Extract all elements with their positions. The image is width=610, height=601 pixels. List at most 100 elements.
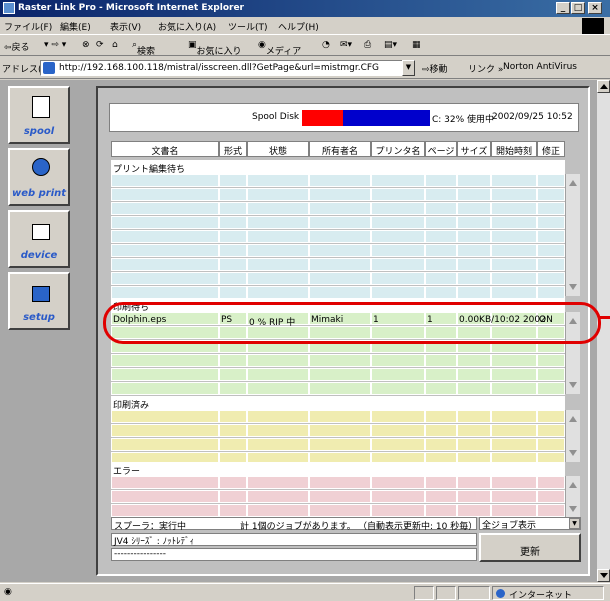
window-title: Raster Link Pro - Microsoft Internet Exp… xyxy=(18,3,244,13)
grid-cell xyxy=(111,244,219,257)
scroll-down-icon[interactable] xyxy=(569,284,577,290)
grid-cell xyxy=(111,410,219,423)
go-button[interactable]: ⇨移動 xyxy=(422,62,448,75)
grid-cell xyxy=(491,272,537,285)
column-header-owner[interactable]: 所有者名 xyxy=(309,141,371,157)
grid-cell xyxy=(219,188,247,201)
mail-icon[interactable]: ✉▾ xyxy=(340,40,352,50)
scroll-up-icon[interactable] xyxy=(569,416,577,422)
grid-cell xyxy=(309,424,371,437)
search-button[interactable]: ⌕ 検索 xyxy=(132,40,155,57)
grid-cell xyxy=(371,202,425,215)
job-filter-value: 全ジョブ表示 xyxy=(482,521,537,531)
job-filter-select[interactable]: 全ジョブ表示 ▼ xyxy=(479,517,581,531)
menu-file[interactable]: ファイル(F) xyxy=(4,20,52,33)
column-header-size[interactable]: サイズ xyxy=(457,141,491,157)
close-button[interactable]: × xyxy=(588,2,602,14)
scroll-down-icon[interactable] xyxy=(569,506,577,512)
menu-view[interactable]: 表示(V) xyxy=(110,20,141,33)
spooler-status: スプーラ：実行中 xyxy=(114,522,187,532)
grid-cell xyxy=(537,272,565,285)
section-error-scrollbar[interactable] xyxy=(565,476,580,518)
grid-cell xyxy=(247,438,309,451)
grid-cell xyxy=(309,230,371,243)
grid-cell xyxy=(219,382,247,395)
sidebar-button-web-print[interactable]: web print xyxy=(8,148,70,206)
norton-antivirus-button[interactable]: Norton AntiVirus xyxy=(503,62,577,72)
grid-cell xyxy=(491,244,537,257)
column-header-printer[interactable]: プリンタ名 xyxy=(371,141,425,157)
address-input[interactable]: http://192.168.100.118/mistral/isscreen.… xyxy=(40,60,415,76)
media-button[interactable]: ◉ メディア xyxy=(258,40,301,57)
sidebar-button-setup[interactable]: setup xyxy=(8,272,70,330)
column-header-start-time[interactable]: 開始時刻 xyxy=(491,141,537,157)
grid-cell xyxy=(219,216,247,229)
refresh-icon[interactable]: ⟳ xyxy=(96,40,104,50)
edit-icon[interactable]: ▤▾ xyxy=(384,40,397,50)
page-scroll-down-icon[interactable] xyxy=(597,569,610,582)
spool-disk-label: Spool Disk xyxy=(252,112,300,122)
scroll-down-icon[interactable] xyxy=(569,450,577,456)
grid-cell xyxy=(491,230,537,243)
grid-cell xyxy=(309,354,371,367)
grid-cell xyxy=(309,258,371,271)
history-icon[interactable]: ◔ xyxy=(322,40,330,50)
forward-button[interactable]: ▾ ⇨ ▾ xyxy=(44,40,66,50)
chevron-down-icon[interactable]: ▼ xyxy=(569,518,580,529)
minimize-button[interactable]: _ xyxy=(556,2,570,14)
grid-cell xyxy=(309,272,371,285)
section-printed-scrollbar[interactable] xyxy=(565,410,580,462)
printer-status-divider: ---------------- xyxy=(111,548,477,561)
section-title-edit-wait: プリント編集待ち xyxy=(111,160,565,175)
grid-cell xyxy=(219,244,247,257)
column-header-document[interactable]: 文書名 xyxy=(111,141,219,157)
discuss-icon[interactable]: ▦ xyxy=(412,40,421,50)
refresh-button[interactable]: 更新 xyxy=(479,533,581,562)
column-header-format[interactable]: 形式 xyxy=(219,141,247,157)
grid-cell xyxy=(309,410,371,423)
grid-cell xyxy=(491,188,537,201)
grid-cell xyxy=(457,368,491,381)
sidebar-label-web-print: web print xyxy=(11,188,67,199)
highlight-callout-line xyxy=(598,316,610,319)
stop-icon[interactable]: ⊗ xyxy=(82,40,90,50)
page-scroll-up-icon[interactable] xyxy=(597,80,610,93)
grid-cell xyxy=(457,244,491,257)
menu-tools[interactable]: ツール(T) xyxy=(228,20,268,33)
search-label: 検索 xyxy=(137,47,156,57)
favorites-button[interactable]: ▣ お気に入り xyxy=(188,40,242,57)
grid-cell xyxy=(111,504,219,517)
grid-cell xyxy=(219,272,247,285)
maximize-button[interactable]: □ xyxy=(571,2,585,14)
back-button[interactable]: ⇦戻る xyxy=(4,40,30,53)
grid-cell xyxy=(247,504,309,517)
column-header-status[interactable]: 状態 xyxy=(247,141,309,157)
sidebar-button-spool[interactable]: spool xyxy=(8,86,70,144)
device-printer-icon xyxy=(32,224,50,240)
address-dropdown-button[interactable]: ▼ xyxy=(402,60,415,76)
spool-disk-status: Spool Disk C: 32% 使用中 2002/09/25 10:52 xyxy=(109,103,579,132)
print-icon[interactable]: ⎙ xyxy=(364,40,371,50)
scroll-down-icon[interactable] xyxy=(569,382,577,388)
sidebar-button-device[interactable]: device xyxy=(8,210,70,268)
grid-cell xyxy=(491,410,537,423)
scroll-up-icon[interactable] xyxy=(569,482,577,488)
menu-favorites[interactable]: お気に入り(A) xyxy=(158,20,216,33)
column-header-modify[interactable]: 修正 xyxy=(537,141,565,157)
menu-help[interactable]: ヘルプ(H) xyxy=(278,20,319,33)
menu-edit[interactable]: 編集(E) xyxy=(60,20,91,33)
scroll-up-icon[interactable] xyxy=(569,180,577,186)
links-button[interactable]: リンク » xyxy=(468,62,503,75)
grid-cell xyxy=(537,202,565,215)
grid-cell xyxy=(537,438,565,451)
section-edit-wait-scrollbar[interactable] xyxy=(565,174,580,296)
grid-cell xyxy=(491,258,537,271)
grid-cell xyxy=(247,174,309,187)
grid-cell xyxy=(537,258,565,271)
home-icon[interactable]: ⌂ xyxy=(112,40,118,50)
grid-cell xyxy=(425,410,457,423)
grid-cell xyxy=(247,490,309,503)
page-status-icon: ◉ xyxy=(4,587,12,597)
grid-cell xyxy=(371,504,425,517)
column-header-pages[interactable]: ページ xyxy=(425,141,457,157)
